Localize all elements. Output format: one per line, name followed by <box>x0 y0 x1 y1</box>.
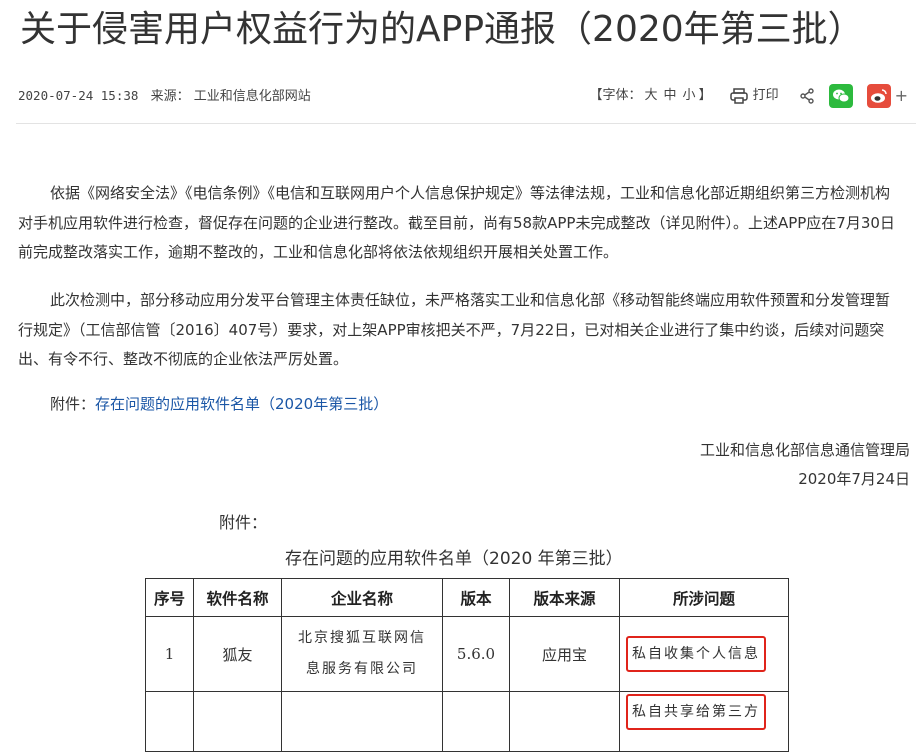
print-label: 打印 <box>752 88 779 103</box>
cell-company: 北京搜狐互联网信 息服务有限公司 <box>281 616 443 692</box>
body-paragraph-1: 依据《网络安全法》《电信条例》《电信和互联网用户个人信息保护规定》等法律法规，工… <box>18 184 895 261</box>
cell-company <box>281 691 443 752</box>
page-title: 关于侵害用户权益行为的APP通报（2020年第三批） <box>20 9 864 50</box>
table-row: 私自共享给第三方 <box>145 691 789 752</box>
table-header-row: 序号 软件名称 企业名称 版本 版本来源 所涉问题 <box>145 578 789 617</box>
font-label: 【字体： <box>589 88 642 103</box>
share-icon <box>799 88 814 104</box>
article-tools: 【字体：大中小】 打印 + <box>590 83 908 109</box>
font-large-button[interactable]: 大 <box>645 88 658 103</box>
header-source: 版本来源 <box>509 578 620 617</box>
font-size-control: 【字体：大中小】 <box>590 83 712 109</box>
header-divider <box>16 123 916 124</box>
weibo-share-button[interactable] <box>866 84 891 108</box>
font-medium-button[interactable]: 中 <box>664 88 677 103</box>
cell-app-name <box>193 691 282 752</box>
attachment-label: 附件： <box>219 513 268 532</box>
app-list-table: 序号 软件名称 企业名称 版本 版本来源 所涉问题 1 狐友 北京搜狐互联网信 … <box>145 578 789 752</box>
weibo-icon <box>870 89 887 103</box>
cell-source <box>509 691 620 752</box>
cell-no: 1 <box>145 616 194 692</box>
attachment-line: 附件：存在问题的应用软件名单（2020年第三批） <box>50 390 388 419</box>
source-label: 来源： 工业和信息化部网站 <box>150 89 311 104</box>
share-button[interactable] <box>799 88 815 104</box>
table-row: 1 狐友 北京搜狐互联网信 息服务有限公司 5.6.0 应用宝 私自收集个人信息 <box>145 616 789 692</box>
company-line-1: 北京搜狐互联网信 <box>298 630 426 646</box>
font-close: 】 <box>698 88 712 103</box>
signature-date: 2020年7月24日 <box>798 470 910 488</box>
cell-version: 5.6.0 <box>442 616 510 692</box>
cell-version <box>442 691 510 752</box>
wechat-icon <box>832 89 850 103</box>
article-meta: 2020-07-24 15:38 来源： 工业和信息化部网站 【字体：大中小】 … <box>18 83 908 109</box>
header-no: 序号 <box>145 578 194 617</box>
wechat-share-button[interactable] <box>828 84 853 108</box>
printer-icon <box>729 88 748 104</box>
cell-app-name: 狐友 <box>193 616 282 692</box>
publish-date: 2020-07-24 15:38 <box>18 88 139 103</box>
cell-issue: 私自收集个人信息 <box>619 616 789 692</box>
signature-org: 工业和信息化部信息通信管理局 <box>699 441 910 459</box>
font-small-button[interactable]: 小 <box>683 88 696 103</box>
cell-no <box>145 691 194 752</box>
highlighted-issue: 私自收集个人信息 <box>626 636 766 672</box>
attachment-link[interactable]: 存在问题的应用软件名单（2020年第三批） <box>95 395 388 413</box>
company-line-2: 息服务有限公司 <box>306 661 418 677</box>
attachment-prefix: 附件： <box>50 395 96 413</box>
body-paragraph-2: 此次检测中，部分移动应用分发平台管理主体责任缺位，未严格落实工业和信息化部《移动… <box>18 291 891 368</box>
header-app-name: 软件名称 <box>193 578 282 617</box>
cell-issue: 私自共享给第三方 <box>619 691 789 752</box>
header-issue: 所涉问题 <box>619 578 789 617</box>
highlighted-issue: 私自共享给第三方 <box>626 694 766 730</box>
plus-icon[interactable]: + <box>895 83 908 109</box>
header-company: 企业名称 <box>281 578 443 617</box>
print-button[interactable]: 打印 <box>729 83 779 109</box>
table-title: 存在问题的应用软件名单（2020 年第三批） <box>285 549 623 569</box>
cell-source: 应用宝 <box>509 616 620 692</box>
header-version: 版本 <box>442 578 510 617</box>
